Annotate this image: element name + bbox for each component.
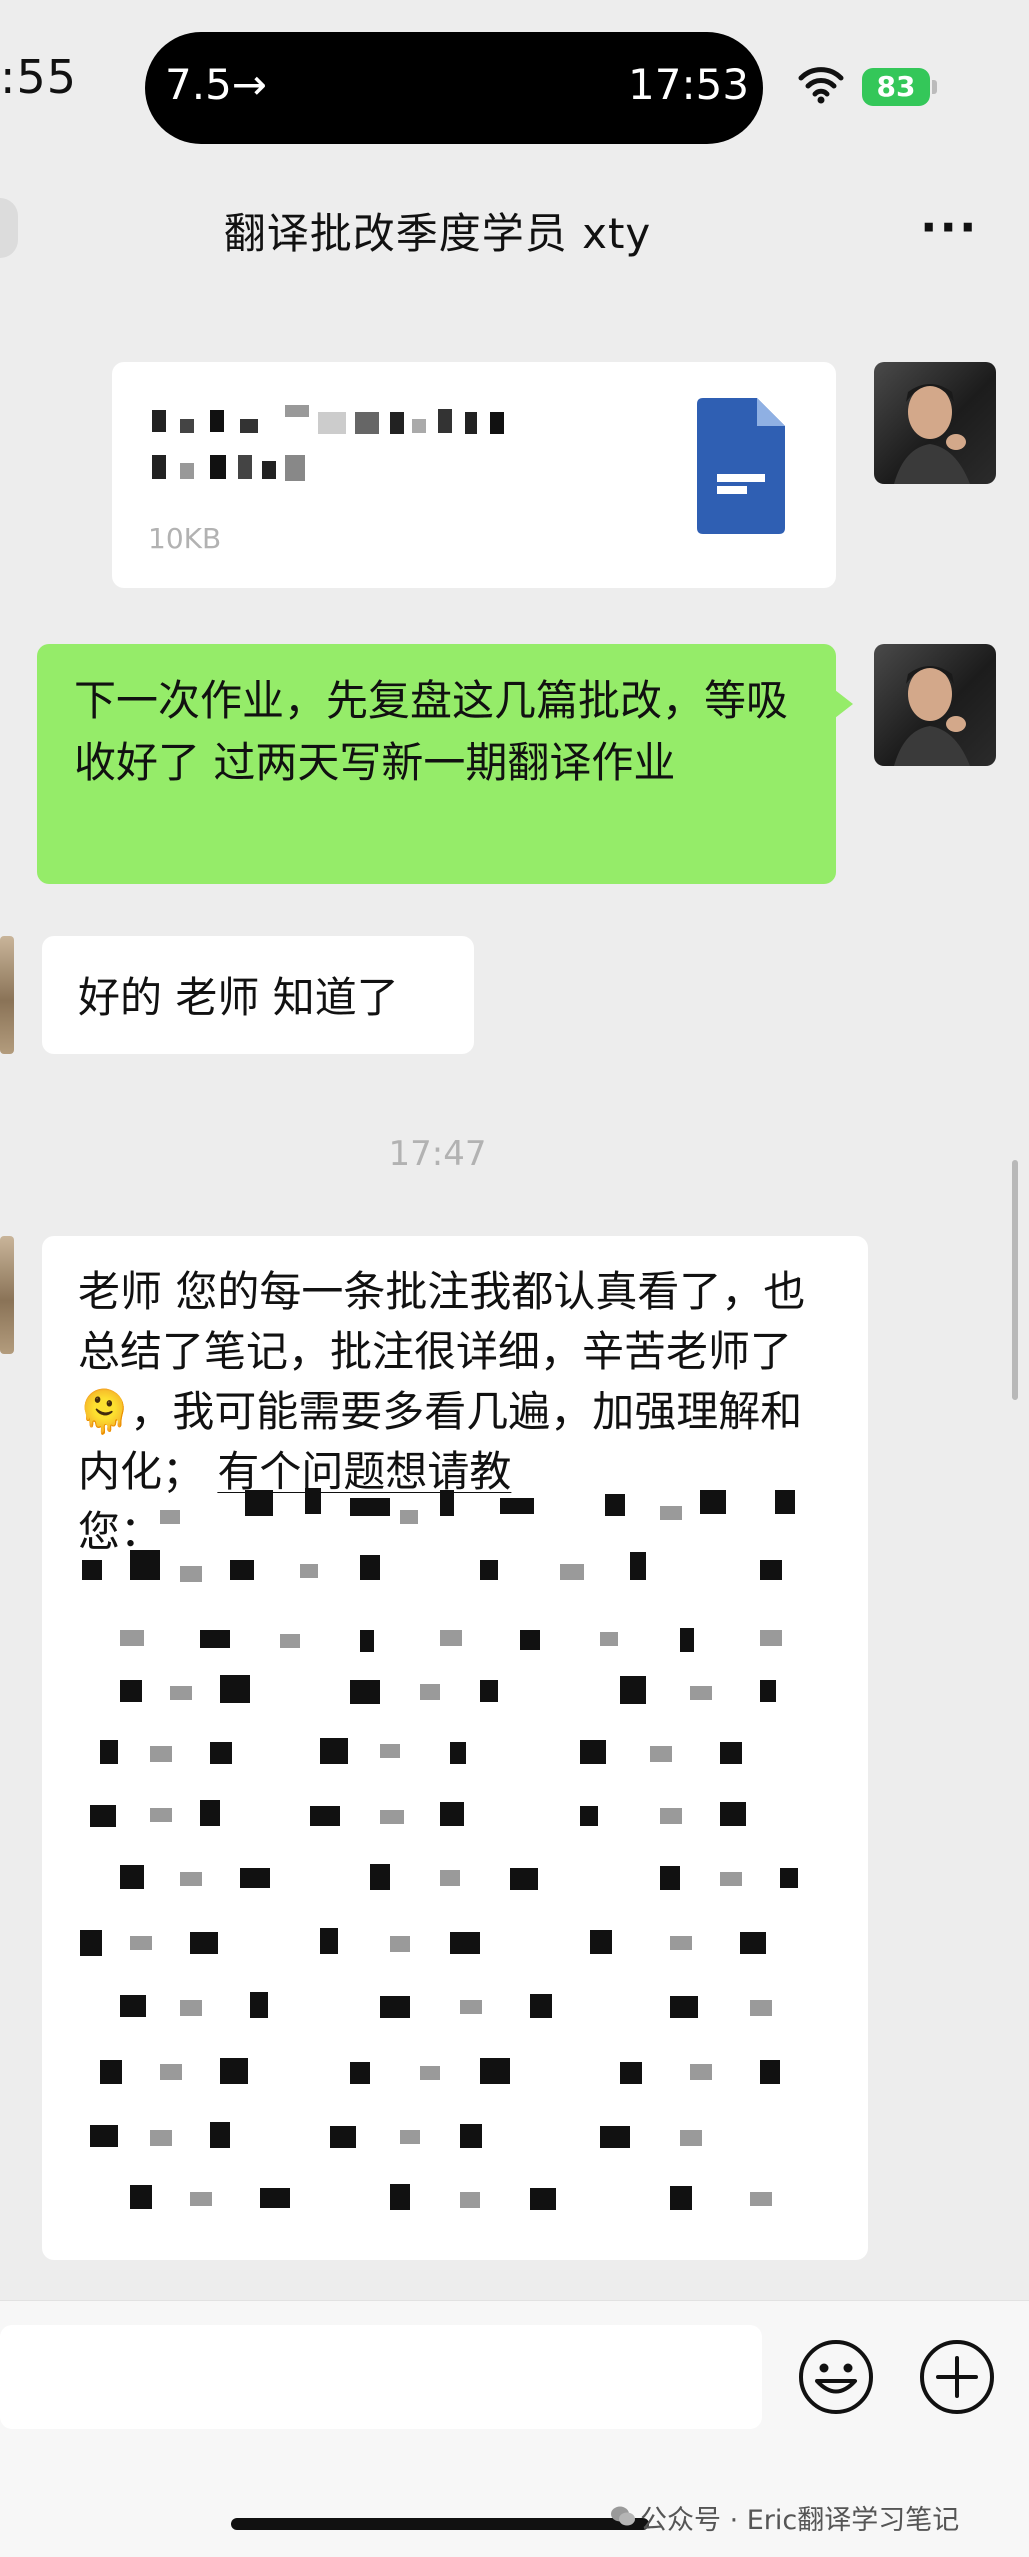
- island-left-text: 7.5→: [165, 60, 267, 109]
- document-icon: [697, 398, 785, 534]
- battery-tip: [932, 80, 937, 94]
- bubble-tail: [835, 690, 853, 718]
- incoming-message-text: 好的 老师 知道了: [78, 973, 399, 1022]
- battery-indicator: 83: [862, 68, 930, 106]
- emoji: 🫠: [78, 1387, 131, 1436]
- island-time: 17:53: [628, 60, 750, 109]
- chat-title: 翻译批改季度学员 xty: [223, 209, 652, 258]
- avatar-portrait: [894, 666, 970, 766]
- message-input[interactable]: [0, 2325, 762, 2429]
- contact-avatar[interactable]: [0, 936, 14, 1054]
- plus-icon[interactable]: [918, 2338, 996, 2416]
- chat-timestamp: 17:47: [388, 1134, 487, 1174]
- wechat-icon: [611, 2506, 635, 2526]
- contact-avatar[interactable]: [0, 1236, 14, 1354]
- home-indicator: [231, 2518, 649, 2530]
- message-part1: 老师 您的每一条批注我都认真看了，也总结了笔记，批注很详细，辛苦老师了: [78, 1267, 806, 1376]
- status-time-left: :55: [0, 50, 78, 104]
- redacted-message-content: [80, 1488, 798, 2210]
- redacted-file-name: [152, 405, 504, 481]
- avatar[interactable]: [874, 362, 996, 484]
- avatar[interactable]: [874, 644, 996, 766]
- file-size: 10KB: [148, 522, 222, 555]
- emoji-icon[interactable]: [797, 2338, 875, 2416]
- watermark: 公众号 · Eric翻译学习笔记: [640, 2505, 960, 2536]
- avatar-portrait: [894, 384, 970, 484]
- outgoing-message-text: 下一次作业，先复盘这几篇批改，等吸收好了 过两天写新一期翻译作业: [74, 676, 789, 787]
- more-button[interactable]: ···: [920, 200, 978, 254]
- wifi-icon: [798, 67, 844, 104]
- scroll-indicator[interactable]: [1012, 1160, 1018, 1400]
